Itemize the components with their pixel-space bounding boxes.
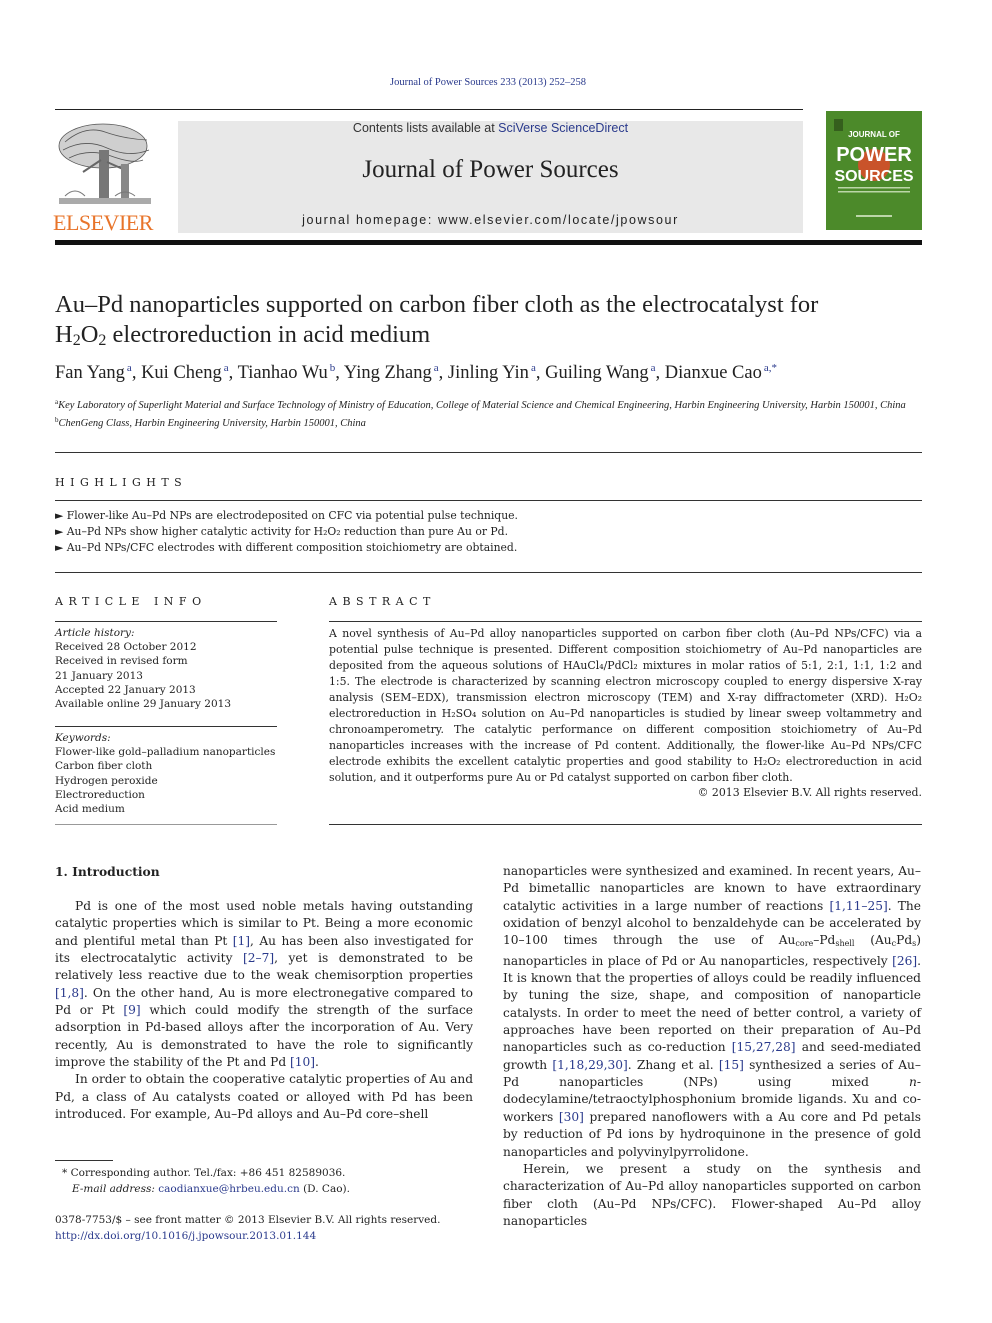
citation-link[interactable]: [26] <box>892 954 917 968</box>
author[interactable]: Fan Yang a <box>55 362 132 383</box>
author[interactable]: Guiling Wang a <box>545 362 655 383</box>
highlight-item: ► Au–Pd NPs/CFC electrodes with differen… <box>55 541 518 554</box>
issn-line: 0378-7753/$ – see front matter © 2013 El… <box>55 1214 441 1226</box>
keyword: Carbon fiber cloth <box>55 760 153 773</box>
footnote-rule <box>55 1160 113 1161</box>
sciencedirect-link[interactable]: SciVerse ScienceDirect <box>498 121 628 135</box>
paragraph: In order to obtain the cooperative catal… <box>55 1072 473 1122</box>
divider <box>55 452 922 453</box>
citation-link[interactable]: [2–7] <box>243 951 274 965</box>
corresponding-author-note: * Corresponding author. Tel./fax: +86 45… <box>62 1167 346 1179</box>
divider <box>55 621 277 622</box>
citation-link[interactable]: [1,18,29,30] <box>552 1058 627 1072</box>
divider <box>329 621 922 622</box>
citation-link[interactable]: [9] <box>123 1003 140 1017</box>
journal-homepage-link[interactable]: journal homepage: www.elsevier.com/locat… <box>178 213 803 227</box>
author[interactable]: Tianhao Wu b <box>238 362 336 383</box>
history-item: Available online 29 January 2013 <box>55 698 232 711</box>
title-o: O <box>80 321 99 348</box>
page-footer: 0378-7753/$ – see front matter © 2013 El… <box>55 1212 475 1244</box>
highlights-heading: HIGHLIGHTS <box>55 476 188 489</box>
abstract-text: A novel synthesis of Au–Pd alloy nanopar… <box>329 627 922 784</box>
history-item: 21 January 2013 <box>55 669 143 682</box>
elsevier-logo-text: ELSEVIER <box>53 210 153 235</box>
affiliation: bChenGeng Class, Harbin Engineering Univ… <box>55 416 366 429</box>
history-item: Received 28 October 2012 <box>55 641 197 654</box>
cover-title-line2: POWER <box>836 144 912 166</box>
contents-prefix: Contents lists available at <box>352 121 499 135</box>
author[interactable]: Kui Cheng a <box>141 362 229 383</box>
cover-title-line3: SOURCES <box>834 168 913 185</box>
divider <box>329 824 922 825</box>
paragraph: Herein, we present a study on the synthe… <box>503 1161 921 1228</box>
divider <box>55 572 922 573</box>
footnote: * Corresponding author. Tel./fax: +86 45… <box>62 1165 482 1197</box>
keywords-label: Keywords: <box>55 732 111 744</box>
title-h: H <box>55 321 73 348</box>
keyword: Electroreduction <box>55 788 145 801</box>
contents-line: Contents lists available at SciVerse Sci… <box>178 121 803 135</box>
keyword: Acid medium <box>55 803 125 816</box>
doi-link[interactable]: http://dx.doi.org/10.1016/j.jpowsour.201… <box>55 1230 316 1242</box>
history-item: Accepted 22 January 2013 <box>55 683 196 696</box>
author[interactable]: Ying Zhang a <box>344 362 439 383</box>
author[interactable]: Jinling Yin a <box>448 362 536 383</box>
journal-title: Journal of Power Sources <box>362 156 619 183</box>
history-label: Article history: <box>55 627 135 639</box>
paragraph: Pd is one of the most used noble metals … <box>55 899 474 1070</box>
body-column-left: Pd is one of the most used noble metals … <box>55 898 473 1123</box>
article-title: Au–Pd nanoparticles supported on carbon … <box>55 290 925 356</box>
article-info-heading: ARTICLE INFO <box>55 595 207 608</box>
article-history: Article history: Received 28 October 201… <box>55 626 277 711</box>
keyword: Hydrogen peroxide <box>55 774 158 787</box>
abstract-copyright: © 2013 Elsevier B.V. All rights reserved… <box>697 786 922 799</box>
citation-link[interactable]: [15] <box>719 1058 744 1072</box>
cover-title-line1: JOURNAL OF <box>848 130 900 139</box>
divider <box>55 824 277 825</box>
body-column-right: nanoparticles were synthesized and exami… <box>503 863 921 1230</box>
header-thick-rule <box>55 240 922 245</box>
title-line1: Au–Pd nanoparticles supported on carbon … <box>55 291 819 318</box>
email-line: E-mail address: caodianxue@hrbeu.edu.cn … <box>72 1183 350 1195</box>
affiliation: aKey Laboratory of Superlight Material a… <box>55 398 906 411</box>
citation-link[interactable]: [30] <box>559 1110 584 1124</box>
journal-reference-link[interactable]: Journal of Power Sources 233 (2013) 252–… <box>0 77 976 88</box>
citation-link[interactable]: [10] <box>290 1055 315 1069</box>
header-rule <box>55 109 803 110</box>
journal-cover-image: JOURNAL OF POWER SOURCES <box>826 111 922 230</box>
abstract-heading: ABSTRACT <box>329 595 436 608</box>
keywords: Keywords: Flower-like gold–palladium nan… <box>55 731 285 816</box>
affiliations: aKey Laboratory of Superlight Material a… <box>55 395 925 431</box>
citation-link[interactable]: [1,8] <box>55 986 84 1000</box>
paragraph: nanoparticles were synthesized and exami… <box>503 864 922 1159</box>
author[interactable]: Dianxue Cao a,* <box>665 362 777 383</box>
title-sub: 2 <box>72 332 81 349</box>
title-line2: electroreduction in acid medium <box>106 321 431 348</box>
author-list: Fan Yang a, Kui Cheng a, Tianhao Wu b, Ying… <box>55 362 777 383</box>
highlight-item: ► Au–Pd NPs show higher catalytic activi… <box>55 525 509 538</box>
divider <box>55 726 277 727</box>
section-heading-introduction: 1. Introduction <box>55 864 160 879</box>
keyword: Flower-like gold–palladium nanoparticles <box>55 746 276 759</box>
citation-link[interactable]: [15,27,28] <box>732 1040 796 1054</box>
divider <box>55 500 922 501</box>
history-item: Received in revised form <box>55 655 188 668</box>
highlights-list: ► Flower-like Au–Pd NPs are electrodepos… <box>55 508 755 556</box>
highlight-item: ► Flower-like Au–Pd NPs are electrodepos… <box>55 509 518 522</box>
email-link[interactable]: caodianxue@hrbeu.edu.cn <box>158 1183 299 1195</box>
citation-link[interactable]: [1] <box>233 934 250 948</box>
citation-link[interactable]: [1,11–25] <box>829 899 887 913</box>
